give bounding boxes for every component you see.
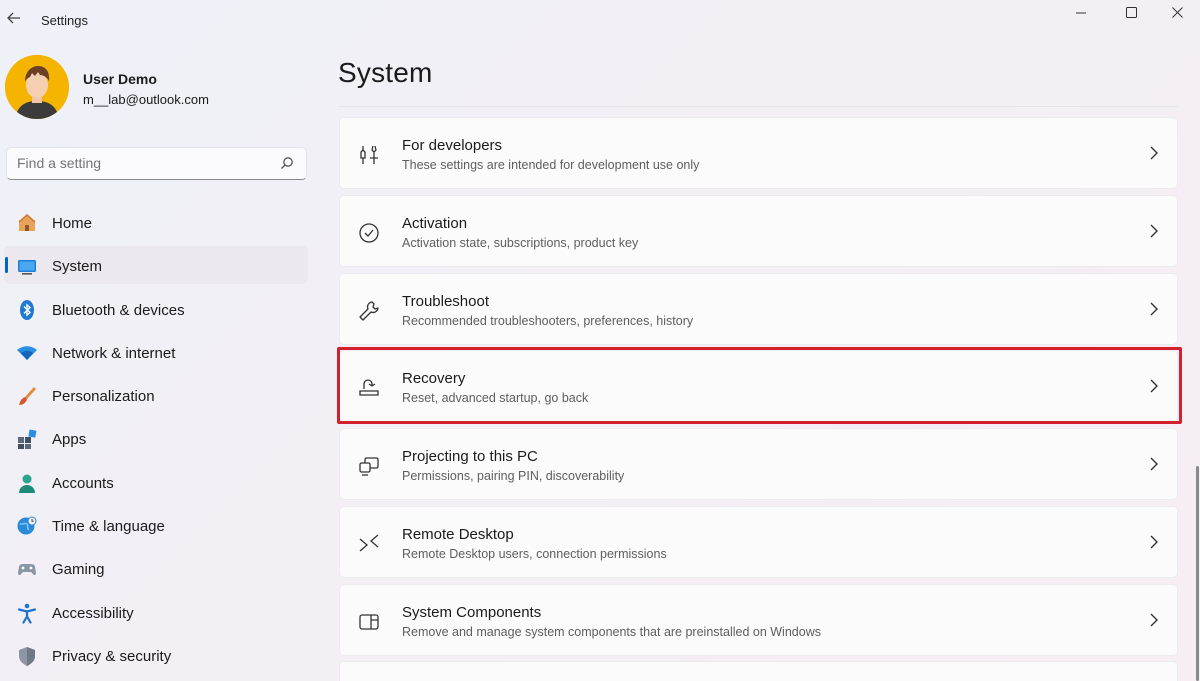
sidebar-item-label: Gaming <box>52 561 105 579</box>
card-title: System Components <box>402 604 542 621</box>
sidebar-item-accounts[interactable]: Accounts <box>4 463 308 501</box>
card-subtitle: Remove and manage system components that… <box>402 625 821 639</box>
card-partial-next[interactable] <box>339 661 1178 681</box>
avatar[interactable] <box>5 55 69 119</box>
wrench-icon <box>357 299 381 323</box>
accounts-icon <box>16 472 38 494</box>
sidebar-item-home[interactable]: Home <box>4 203 308 241</box>
sidebar-item-label: Time & language <box>52 518 165 536</box>
card-title: Troubleshoot <box>402 293 489 310</box>
card-remote-desktop[interactable]: Remote Desktop Remote Desktop users, con… <box>339 506 1178 578</box>
search-icon[interactable] <box>280 156 294 170</box>
sidebar-item-gaming[interactable]: Gaming <box>4 549 308 587</box>
card-title: Activation <box>402 215 468 232</box>
remote-desktop-icon <box>357 532 381 556</box>
sidebar-item-label: Personalization <box>52 388 155 406</box>
apps-icon <box>16 428 38 450</box>
selection-indicator <box>5 257 8 274</box>
wifi-icon <box>16 342 38 364</box>
page-title: System <box>338 57 433 88</box>
back-arrow-icon <box>7 12 20 24</box>
brush-icon <box>16 385 38 407</box>
card-subtitle: Reset, advanced startup, go back <box>402 391 589 405</box>
bluetooth-icon <box>16 299 38 321</box>
user-email: m__lab@outlook.com <box>83 92 209 107</box>
maximize-icon <box>1125 6 1137 18</box>
card-title: Recovery <box>402 370 466 387</box>
sidebar-item-label: Privacy & security <box>52 647 172 665</box>
card-title: Projecting to this PC <box>402 448 538 465</box>
title-bar: Settings <box>0 0 1200 40</box>
close-icon <box>1171 6 1183 18</box>
sidebar-item-network-internet[interactable]: Network & internet <box>4 333 308 371</box>
chevron-right-icon <box>1147 534 1161 550</box>
developer-tools-icon <box>357 143 381 167</box>
sidebar-item-label: Accounts <box>52 474 114 492</box>
activation-check-icon <box>357 221 381 245</box>
close-button[interactable] <box>1154 0 1200 24</box>
back-button[interactable] <box>4 6 24 30</box>
card-system-components[interactable]: System Components Remove and manage syst… <box>339 584 1178 656</box>
minimize-button[interactable] <box>1058 0 1104 24</box>
card-subtitle: These settings are intended for developm… <box>402 158 700 172</box>
chevron-right-icon <box>1147 378 1161 394</box>
card-recovery[interactable]: Recovery Reset, advanced startup, go bac… <box>339 350 1178 422</box>
card-activation[interactable]: Activation Activation state, subscriptio… <box>339 195 1178 267</box>
sidebar-item-apps[interactable]: Apps <box>4 419 308 457</box>
minimize-icon <box>1075 12 1086 13</box>
sidebar-item-system[interactable]: System <box>4 246 308 285</box>
gamepad-icon <box>16 558 38 580</box>
sidebar-item-personalization[interactable]: Personalization <box>4 376 308 414</box>
accessibility-icon <box>16 602 38 624</box>
chevron-right-icon <box>1147 223 1161 239</box>
home-icon <box>16 212 38 234</box>
shield-icon <box>16 645 38 667</box>
card-for-developers[interactable]: For developers These settings are intend… <box>339 117 1178 189</box>
system-icon <box>16 255 38 277</box>
user-name: User Demo <box>83 71 157 87</box>
maximize-button[interactable] <box>1108 0 1154 24</box>
sidebar-item-accessibility[interactable]: Accessibility <box>4 593 308 631</box>
sidebar-nav: Home System Bluetooth & devices Network … <box>4 203 308 679</box>
app-title: Settings <box>41 13 88 28</box>
scroll-top-edge <box>338 106 1178 112</box>
card-subtitle: Permissions, pairing PIN, discoverabilit… <box>402 469 625 483</box>
sidebar-item-bluetooth-devices[interactable]: Bluetooth & devices <box>4 290 308 328</box>
sidebar-item-privacy-security[interactable]: Privacy & security <box>4 636 308 674</box>
card-subtitle: Recommended troubleshooters, preferences… <box>402 314 694 328</box>
sidebar-item-label: Network & internet <box>52 344 176 362</box>
card-subtitle: Activation state, subscriptions, product… <box>402 236 639 250</box>
chevron-right-icon <box>1147 145 1161 161</box>
scrollbar[interactable] <box>1196 466 1199 681</box>
projecting-icon <box>357 454 381 478</box>
user-avatar-icon <box>5 55 69 119</box>
sidebar-item-label: Bluetooth & devices <box>52 301 185 319</box>
card-troubleshoot[interactable]: Troubleshoot Recommended troubleshooters… <box>339 273 1178 345</box>
globe-clock-icon <box>16 515 38 537</box>
chevron-right-icon <box>1147 301 1161 317</box>
search-box[interactable] <box>6 147 307 180</box>
chevron-right-icon <box>1147 456 1161 472</box>
search-input[interactable] <box>17 155 267 171</box>
sidebar-item-label: System <box>52 258 103 276</box>
chevron-right-icon <box>1147 612 1161 628</box>
recovery-icon <box>357 376 381 400</box>
card-title: Remote Desktop <box>402 526 514 543</box>
sidebar-item-time-language[interactable]: Time & language <box>4 506 308 544</box>
system-components-icon <box>357 610 381 634</box>
card-projecting-to-this-pc[interactable]: Projecting to this PC Permissions, pairi… <box>339 428 1178 500</box>
sidebar-item-label: Apps <box>52 431 87 449</box>
sidebar-item-label: Accessibility <box>52 604 134 622</box>
card-subtitle: Remote Desktop users, connection permiss… <box>402 547 667 561</box>
card-title: For developers <box>402 137 503 154</box>
sidebar-item-label: Home <box>52 215 93 232</box>
